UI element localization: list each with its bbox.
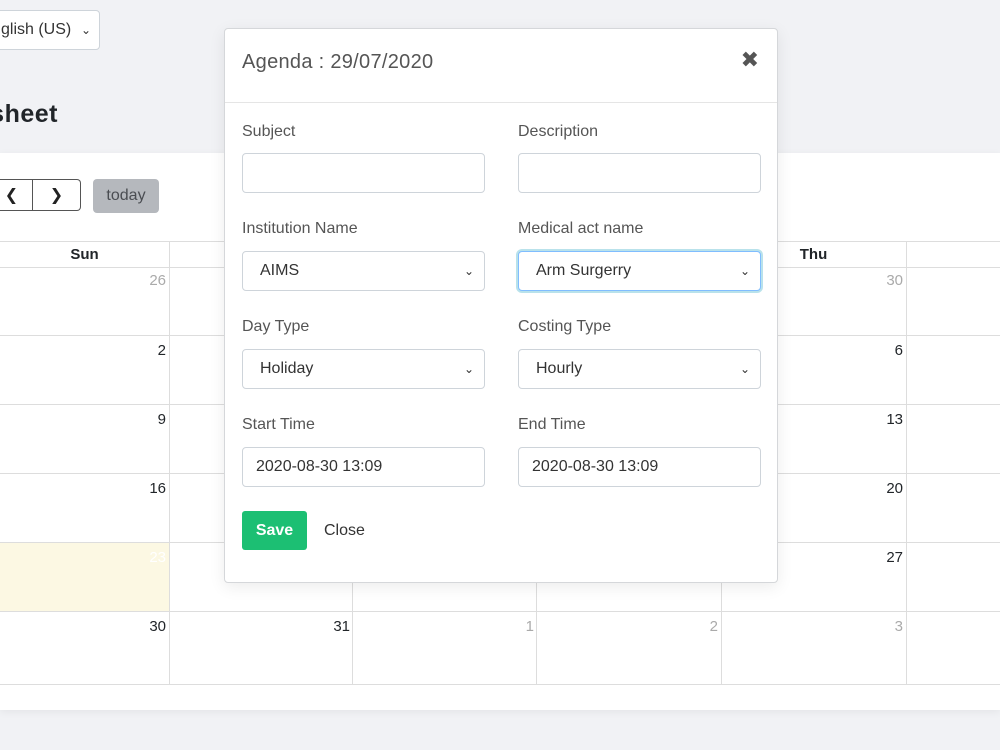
costing-type-value: Hourly: [536, 360, 583, 377]
chevron-down-icon: ⌄: [463, 362, 474, 376]
day-type-select[interactable]: Holiday ⌄: [242, 349, 485, 389]
day-number[interactable]: 3: [863, 618, 903, 635]
day-number[interactable]: 9: [126, 411, 166, 428]
language-select[interactable]: glish (US) ⌄: [0, 10, 100, 50]
language-select-value: glish (US): [1, 21, 72, 38]
day-number[interactable]: 30: [126, 618, 166, 635]
chevron-right-icon: ❯: [49, 187, 64, 204]
day-number[interactable]: 26: [126, 272, 166, 289]
chevron-down-icon: ⌄: [463, 264, 474, 278]
agenda-modal: Agenda : 29/07/2020 ✖ Subject Descriptio…: [224, 28, 778, 583]
day-number[interactable]: 30: [863, 272, 903, 289]
end-time-value: 2020-08-30 13:09: [532, 458, 659, 475]
chevron-down-icon: ⌄: [739, 264, 750, 278]
day-number[interactable]: 6: [863, 342, 903, 359]
next-month-button[interactable]: ❯: [33, 179, 81, 211]
today-button[interactable]: today: [93, 179, 159, 213]
header-sun: Sun: [70, 246, 99, 263]
day-number[interactable]: 2: [126, 342, 166, 359]
medical-act-label: Medical act name: [518, 220, 644, 237]
start-time-input[interactable]: 2020-08-30 13:09: [242, 447, 485, 487]
modal-title: Agenda : 29/07/2020: [242, 51, 434, 73]
subject-input[interactable]: [242, 153, 485, 193]
day-number-today[interactable]: 23: [126, 549, 166, 566]
close-button[interactable]: Close: [324, 511, 365, 550]
day-type-label: Day Type: [242, 318, 310, 335]
end-time-input[interactable]: 2020-08-30 13:09: [518, 447, 761, 487]
modal-header: Agenda : 29/07/2020 ✖: [225, 29, 777, 103]
day-number[interactable]: 13: [863, 411, 903, 428]
start-time-value: 2020-08-30 13:09: [256, 458, 383, 475]
close-icon[interactable]: ✖: [741, 47, 759, 73]
day-number[interactable]: 31: [310, 618, 350, 635]
subject-label: Subject: [242, 123, 296, 140]
day-number[interactable]: 2: [678, 618, 718, 635]
grid-divider: [169, 241, 170, 684]
day-type-value: Holiday: [260, 360, 314, 377]
medical-act-select[interactable]: Arm Surgerry ⌄: [518, 251, 761, 291]
page-title: nesheet: [0, 100, 58, 128]
description-label: Description: [518, 123, 599, 140]
costing-type-label: Costing Type: [518, 318, 612, 335]
chevron-left-icon: ❮: [4, 187, 19, 204]
save-button[interactable]: Save: [242, 511, 307, 550]
day-number[interactable]: 20: [863, 480, 903, 497]
grid-divider: [906, 241, 907, 684]
prev-month-button[interactable]: ❮: [0, 179, 33, 211]
description-input[interactable]: [518, 153, 761, 193]
institution-label: Institution Name: [242, 220, 358, 237]
institution-value: AIMS: [260, 262, 300, 279]
day-number[interactable]: 16: [126, 480, 166, 497]
day-number[interactable]: 1: [494, 618, 534, 635]
day-number[interactable]: 27: [863, 549, 903, 566]
chevron-down-icon: ⌄: [739, 362, 750, 376]
chevron-down-icon: ⌄: [80, 23, 91, 37]
medical-act-value: Arm Surgerry: [536, 262, 632, 279]
end-time-label: End Time: [518, 416, 586, 433]
costing-type-select[interactable]: Hourly ⌄: [518, 349, 761, 389]
institution-select[interactable]: AIMS ⌄: [242, 251, 485, 291]
start-time-label: Start Time: [242, 416, 315, 433]
calendar-nav: ❮ ❯: [0, 179, 81, 213]
